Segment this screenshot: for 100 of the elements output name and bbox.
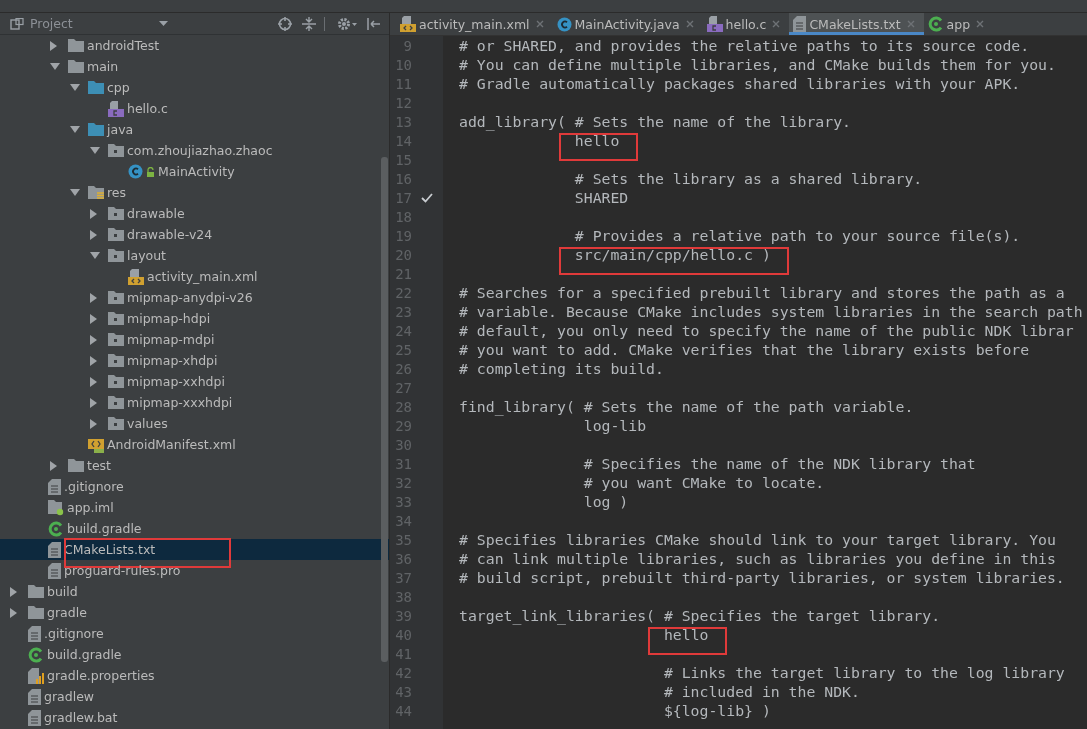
folder-icon	[88, 81, 104, 94]
code-line: # Searches for a specified prebuilt library and stores the path as a	[459, 284, 1065, 301]
tree-item[interactable]: mipmap-hdpi	[0, 308, 389, 329]
properties-file-icon	[28, 667, 44, 684]
close-icon[interactable]	[535, 20, 544, 28]
code-line: # Links the target library to the log library	[662, 664, 1065, 681]
tree-item[interactable]: res	[0, 182, 389, 203]
code-line: # Provides a relative path to your source file(s).	[573, 227, 1021, 244]
dropdown-caret-icon[interactable]	[158, 20, 168, 27]
code-line: # you want CMake to locate.	[582, 474, 825, 491]
collapsed-arrow-icon[interactable]	[90, 334, 98, 345]
hide-panel-icon[interactable]	[367, 16, 381, 31]
code-line: SHARED	[573, 189, 629, 206]
tree-item[interactable]: cpp	[0, 77, 389, 98]
module-file-icon	[48, 499, 64, 516]
target-icon[interactable]	[278, 16, 292, 31]
package-folder-icon	[108, 375, 124, 388]
expanded-arrow-icon[interactable]	[70, 188, 80, 197]
tree-item[interactable]: java	[0, 119, 389, 140]
tree-item[interactable]: mipmap-xxhdpi	[0, 371, 389, 392]
code-line: target_link_libraries( # Specifies the target library.	[459, 607, 941, 624]
code-line: # default, you only need to specify the name of the public NDK librar	[459, 322, 1074, 339]
editor-tab[interactable]: app	[923, 13, 994, 35]
expanded-arrow-icon[interactable]	[50, 62, 60, 71]
collapsed-arrow-icon[interactable]	[90, 418, 98, 429]
tree-item[interactable]: mipmap-mdpi	[0, 329, 389, 350]
code-line: # Specifies libraries CMake should link to your target library. You	[459, 531, 1056, 548]
code-line: # included in the NDK.	[662, 683, 860, 700]
project-view-icon	[10, 17, 24, 30]
code-line: # Gradle automatically packages shared libraries with your APK.	[459, 75, 1021, 92]
tree-item[interactable]: .gitignore	[0, 476, 389, 497]
tree-item[interactable]: test	[0, 455, 389, 476]
close-icon[interactable]	[772, 20, 781, 28]
package-folder-icon	[108, 291, 124, 304]
tree-item[interactable]: hello.c	[0, 98, 389, 119]
tree-item[interactable]: com.zhoujiazhao.zhaoc	[0, 140, 389, 161]
tree-item[interactable]: gradle	[0, 602, 389, 623]
text-file-icon	[48, 541, 61, 558]
expanded-arrow-icon[interactable]	[90, 146, 100, 155]
gradle-icon	[28, 646, 44, 663]
collapsed-arrow-icon[interactable]	[90, 376, 98, 387]
settings-icon[interactable]	[337, 16, 357, 31]
collapse-all-icon[interactable]	[302, 16, 316, 31]
collapsed-arrow-icon[interactable]	[10, 586, 18, 597]
collapsed-arrow-icon[interactable]	[90, 208, 98, 219]
editor-tab[interactable]: CMakeLists.txt	[789, 13, 924, 35]
code-line: # variable. Because CMake includes system libraries in the search path	[459, 303, 1083, 320]
scrollbar[interactable]	[381, 157, 388, 662]
tree-item[interactable]: .gitignore	[0, 623, 389, 644]
tree-item[interactable]: drawable-v24	[0, 224, 389, 245]
package-folder-icon	[108, 354, 124, 367]
tree-item[interactable]: gradlew	[0, 686, 389, 707]
tree-item[interactable]: CMakeLists.txt	[0, 539, 389, 560]
collapsed-arrow-icon[interactable]	[90, 355, 98, 366]
code-line: hello	[574, 132, 620, 149]
tree-item[interactable]: gradlew.bat	[0, 707, 389, 728]
tree-item[interactable]: drawable	[0, 203, 389, 224]
text-file-icon	[793, 16, 807, 32]
folder-icon	[28, 606, 44, 619]
expanded-arrow-icon[interactable]	[70, 83, 80, 92]
text-file-icon	[28, 688, 41, 705]
collapsed-arrow-icon[interactable]	[90, 229, 98, 240]
expanded-arrow-icon[interactable]	[90, 251, 100, 260]
tree-item[interactable]: MainActivity	[0, 161, 389, 182]
manifest-file-icon	[88, 436, 104, 453]
collapsed-arrow-icon[interactable]	[90, 292, 98, 303]
editor-tab[interactable]: MainActivity.java	[552, 13, 703, 35]
tree-item[interactable]: AndroidManifest.xml	[0, 434, 389, 455]
package-folder-icon	[108, 207, 124, 220]
tree-item[interactable]: build.gradle	[0, 518, 389, 539]
code-line: # completing its build.	[459, 360, 664, 377]
tree-item[interactable]: build	[0, 581, 389, 602]
tree-item[interactable]: proguard-rules.pro	[0, 560, 389, 581]
tree-item[interactable]: gradle.properties	[0, 665, 389, 686]
collapsed-arrow-icon[interactable]	[50, 460, 58, 471]
tree-item[interactable]: mipmap-xhdpi	[0, 350, 389, 371]
code-line: log )	[582, 493, 629, 510]
collapsed-arrow-icon[interactable]	[50, 40, 58, 51]
tree-item[interactable]: layout	[0, 245, 389, 266]
expanded-arrow-icon[interactable]	[70, 125, 80, 134]
editor-tab[interactable]: hello.c	[702, 13, 790, 35]
tree-item[interactable]: mipmap-xxxhdpi	[0, 392, 389, 413]
collapsed-arrow-icon[interactable]	[10, 607, 18, 618]
tree-item[interactable]: main	[0, 56, 389, 77]
close-icon[interactable]	[685, 20, 694, 28]
collapsed-arrow-icon[interactable]	[90, 313, 98, 324]
close-icon[interactable]	[976, 20, 985, 28]
panel-title[interactable]: Project	[30, 16, 73, 31]
resource-folder-icon	[88, 185, 104, 200]
tree-item[interactable]: values	[0, 413, 389, 434]
gradle-icon	[927, 16, 944, 32]
folder-icon	[28, 585, 44, 598]
tree-item[interactable]: mipmap-anydpi-v26	[0, 287, 389, 308]
tree-item[interactable]: androidTest	[0, 35, 389, 56]
tree-item[interactable]: app.iml	[0, 497, 389, 518]
package-folder-icon	[108, 144, 124, 157]
collapsed-arrow-icon[interactable]	[90, 397, 98, 408]
tree-item[interactable]: build.gradle	[0, 644, 389, 665]
editor-tab[interactable]: activity_main.xml	[396, 13, 553, 35]
tree-item[interactable]: activity_main.xml	[0, 266, 389, 287]
